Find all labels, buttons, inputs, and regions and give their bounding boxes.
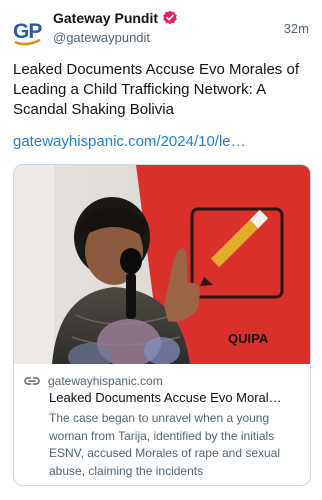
link-icon bbox=[24, 377, 40, 385]
card-meta[interactable]: gatewayhispanic.com Leaked Documents Acc… bbox=[14, 364, 310, 485]
card-title: Leaked Documents Accuse Evo Moral… bbox=[49, 390, 282, 405]
gp-logo-icon: GP bbox=[13, 20, 43, 46]
link-preview-card[interactable]: QUIPA gatewayhispanic.com Leaked Documen… bbox=[13, 164, 311, 486]
card-description: The case began to unravel when a young w… bbox=[49, 411, 281, 478]
svg-text:GP: GP bbox=[13, 20, 42, 43]
post-header: GP Gateway Pundit @gatewaypundit 32m bbox=[0, 0, 322, 56]
post-link[interactable]: gatewayhispanic.com/2024/10/le… bbox=[13, 133, 246, 150]
avatar[interactable]: GP bbox=[12, 14, 44, 46]
account-name[interactable]: Gateway Pundit bbox=[53, 10, 158, 26]
post-text: Leaked Documents Accuse Evo Morales of L… bbox=[13, 61, 299, 118]
account-handle[interactable]: @gatewaypundit bbox=[53, 30, 150, 45]
card-domain: gatewayhispanic.com bbox=[48, 374, 163, 388]
verified-badge-icon bbox=[163, 10, 177, 25]
card-image[interactable]: QUIPA bbox=[14, 165, 310, 364]
post-timestamp[interactable]: 32m bbox=[284, 21, 309, 36]
banner-text: QUIPA bbox=[228, 331, 269, 346]
